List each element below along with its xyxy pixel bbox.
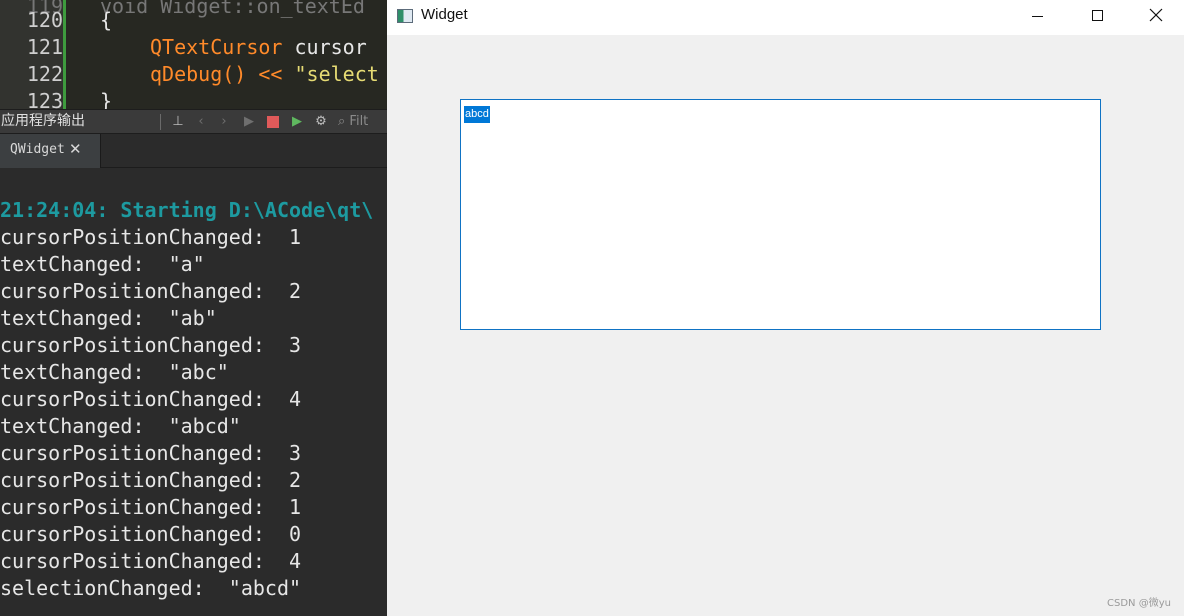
maximize-icon [1092,10,1103,21]
next-icon[interactable]: › [216,114,232,130]
run-icon[interactable]: ▶ [241,114,257,130]
code-line: 122 qDebug() << "select [0,61,387,88]
window-titlebar[interactable]: Widget [387,0,1184,35]
tab-label: QWidget [10,142,65,157]
gear-icon[interactable]: ⚙ [313,114,329,130]
output-line: cursorPositionChanged: 1 [0,225,302,249]
code-editor[interactable]: 119 void Widget::on_textEd 120 { 121 QTe… [0,0,387,109]
code-type: QTextCursor [150,35,283,59]
code-line: 120 { [0,7,387,34]
line-number: 123 [26,89,63,109]
rerun-icon[interactable]: ▶ [289,114,305,130]
prev-icon[interactable]: ‹ [193,114,209,130]
output-line: cursorPositionChanged: 2 [0,279,302,303]
code-line: 123 } [0,88,387,109]
output-line: cursorPositionChanged: 4 [0,549,302,573]
code-text: } [100,89,113,109]
toolbar-separator [160,114,161,130]
app-icon [397,9,413,23]
ide-pane: 119 void Widget::on_textEd 120 { 121 QTe… [0,0,387,616]
line-number: 120 [26,8,63,32]
output-line: cursorPositionChanged: 3 [0,333,302,357]
close-icon [1149,8,1163,22]
stop-icon[interactable] [265,114,281,130]
output-tabs: QWidget ✕ [0,134,387,168]
line-number: 122 [26,62,63,86]
output-line: cursorPositionChanged: 0 [0,522,302,546]
code-text: { [100,8,113,32]
minimize-icon [1032,16,1043,17]
output-line: textChanged: "abc" [0,360,229,384]
code-line: 121 QTextCursor cursor [0,34,387,61]
selected-text[interactable]: abcd [464,106,490,123]
output-toolbar: 应用程序输出 ⊥ ‹ › ▶ ▶ ⚙ ⌕ Filt [0,109,387,134]
widget-window: Widget abcd CSDN @微yu [387,0,1184,616]
output-panel-title: 应用程序输出 [1,113,85,129]
tab-qwidget[interactable]: QWidget ✕ [0,134,101,168]
output-line: textChanged: "ab" [0,306,217,330]
output-line: textChanged: "abcd" [0,414,241,438]
code-func: qDebug() << [150,62,295,86]
output-line: cursorPositionChanged: 4 [0,387,302,411]
minimize-button[interactable] [1009,0,1067,35]
application-output: 21:24:04: Starting D:\ACode\qt\ cursorPo… [0,197,387,602]
close-icon[interactable]: ✕ [69,140,82,158]
code-identifier: cursor [282,35,367,59]
maximize-button[interactable] [1068,0,1126,35]
output-line: cursorPositionChanged: 3 [0,441,302,465]
line-number: 121 [26,35,63,59]
text-edit[interactable]: abcd [460,99,1101,330]
filter-input[interactable]: ⌕ Filt [338,113,368,131]
window-title: Widget [421,6,468,23]
search-icon: ⌕ [338,114,346,129]
output-line: 21:24:04: Starting D:\ACode\qt\ [0,198,374,222]
output-line: selectionChanged: "abcd" [0,576,302,600]
output-line: textChanged: "a" [0,252,205,276]
code-string: "select [294,62,379,86]
output-line: cursorPositionChanged: 1 [0,495,302,519]
attach-icon[interactable]: ⊥ [170,114,186,130]
output-line: cursorPositionChanged: 2 [0,468,302,492]
close-button[interactable] [1127,0,1184,35]
watermark: CSDN @微yu [1107,598,1171,609]
